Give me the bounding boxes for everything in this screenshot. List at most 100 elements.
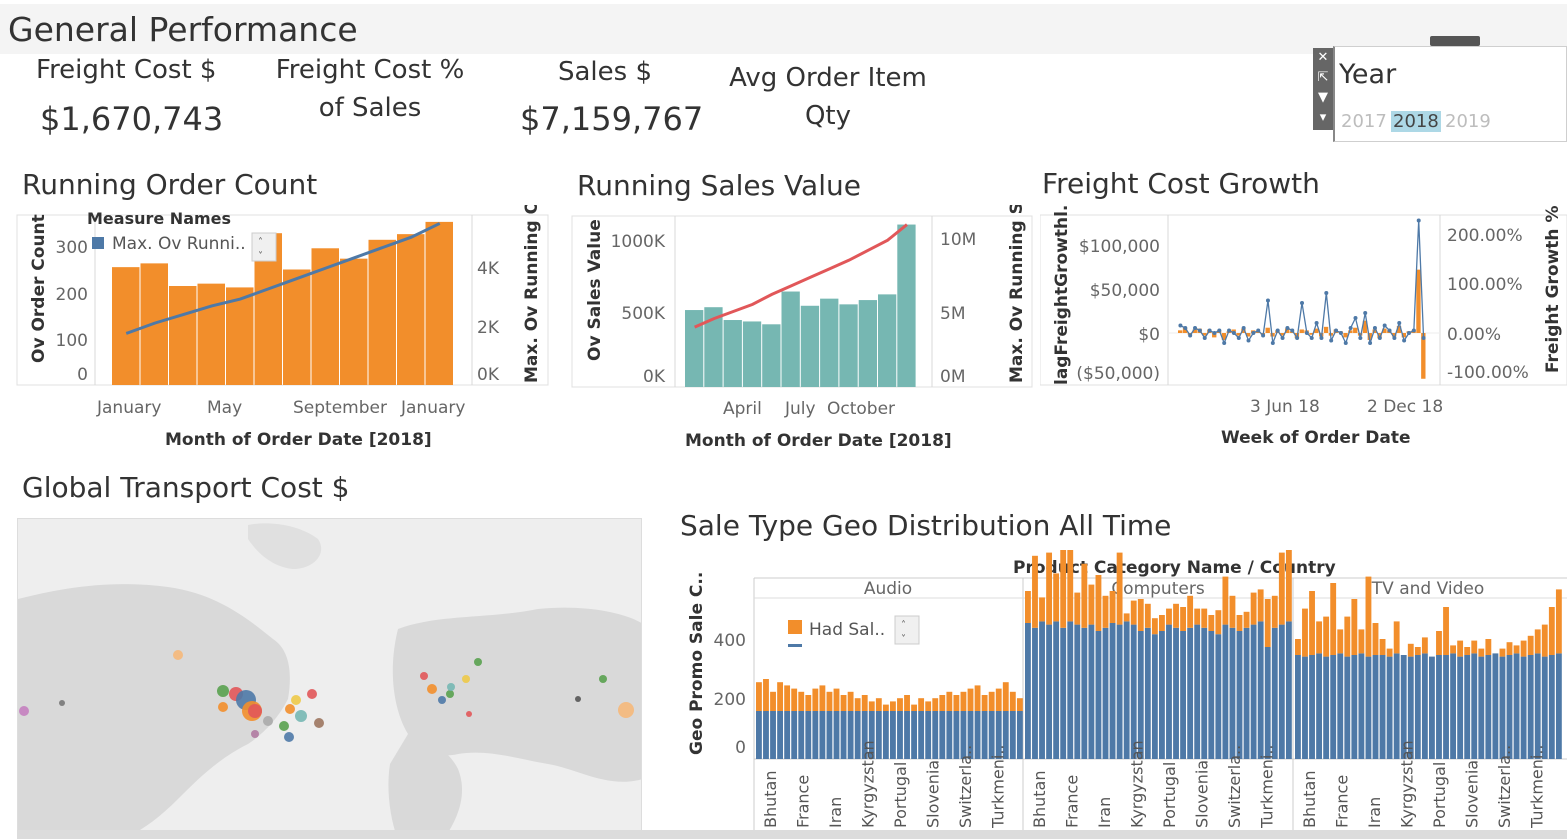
c5-bar-had-sale[interactable] [1414, 647, 1421, 655]
c1-bar[interactable] [397, 234, 425, 385]
c3-point[interactable] [1324, 291, 1329, 295]
map-marker[interactable] [314, 718, 324, 728]
c5-bar-no-sale[interactable] [770, 711, 776, 759]
c5-bar-no-sale[interactable] [1123, 621, 1130, 759]
c3-point[interactable] [1402, 338, 1407, 343]
chevron-up-icon[interactable]: ˄ [901, 619, 906, 631]
c5-bar-had-sale[interactable] [1421, 637, 1428, 654]
c5-bar-no-sale[interactable] [812, 711, 819, 759]
c5-bar-had-sale[interactable] [1060, 550, 1067, 628]
c5-bar-no-sale[interactable] [911, 711, 918, 759]
c5-bar-no-sale[interactable] [798, 711, 805, 759]
c5-bar-no-sale[interactable] [1436, 655, 1442, 759]
c5-bar-had-sale[interactable] [911, 704, 918, 711]
c5-bar-no-sale[interactable] [1330, 655, 1337, 759]
c5-bar-no-sale[interactable] [1302, 656, 1308, 759]
c5-bar-had-sale[interactable] [791, 688, 798, 711]
c5-bar-had-sale[interactable] [1457, 640, 1464, 657]
c5-bar-had-sale[interactable] [1109, 591, 1116, 623]
c5-bar-had-sale[interactable] [1379, 639, 1386, 655]
c3-point[interactable] [1338, 331, 1343, 335]
c3-point[interactable] [1343, 341, 1348, 345]
c5-bar-had-sale[interactable] [1215, 610, 1222, 635]
c3-point[interactable] [1334, 328, 1339, 333]
c5-bar-no-sale[interactable] [791, 711, 798, 759]
c5-bar-had-sale[interactable] [967, 688, 974, 711]
c5-bar-had-sale[interactable] [1330, 583, 1337, 655]
c5-bar-no-sale[interactable] [1541, 656, 1548, 759]
c5-bar-had-sale[interactable] [1478, 648, 1485, 657]
map-marker[interactable] [59, 700, 65, 706]
c3-point[interactable] [1377, 336, 1382, 340]
c5-bar-had-sale[interactable] [1088, 584, 1095, 625]
c5-bar-no-sale[interactable] [1386, 656, 1393, 759]
c5-bar-had-sale[interactable] [1386, 648, 1393, 657]
c3-point[interactable] [1265, 298, 1270, 303]
c5-bar-no-sale[interactable] [1046, 624, 1053, 759]
c5-bar-had-sale[interactable] [812, 688, 819, 711]
c5-bar-no-sale[interactable] [1032, 627, 1038, 759]
c5-bar-had-sale[interactable] [1499, 648, 1506, 657]
c5-bar-no-sale[interactable] [1009, 711, 1016, 759]
c3-point[interactable] [1193, 326, 1198, 330]
c2-bar[interactable] [820, 298, 839, 387]
c5-bar-had-sale[interactable] [847, 691, 854, 711]
c5-bar-no-sale[interactable] [805, 711, 812, 759]
c3-point[interactable] [1197, 328, 1202, 333]
c3-point[interactable] [1188, 333, 1193, 338]
horizontal-scrollbar[interactable] [17, 830, 1567, 839]
c5-bar-had-sale[interactable] [854, 698, 861, 711]
c5-bar-no-sale[interactable] [1534, 653, 1541, 759]
c5-bar-had-sale[interactable] [784, 685, 791, 711]
c5-bar-no-sale[interactable] [1236, 631, 1243, 759]
map-marker[interactable] [420, 672, 428, 680]
c5-bar-had-sale[interactable] [1534, 629, 1541, 654]
c5-bar-had-sale[interactable] [890, 701, 896, 711]
c3-point[interactable] [1295, 336, 1300, 340]
c3-point[interactable] [1319, 336, 1324, 340]
year-option-2018[interactable]: 2018 [1391, 111, 1441, 132]
c5-bar-no-sale[interactable] [1243, 627, 1250, 759]
c5-bar-no-sale[interactable] [1527, 655, 1534, 759]
c3-point[interactable] [1421, 336, 1426, 340]
c5-bar-no-sale[interactable] [1379, 655, 1386, 759]
map-marker[interactable] [466, 711, 472, 717]
c2-bar[interactable] [839, 304, 858, 387]
c5-bar-had-sale[interactable] [1208, 615, 1215, 631]
running-sales-value-chart[interactable]: 0K 500K 1000K 0M 5M 10M April July Octob… [560, 205, 1040, 455]
c2-bar[interactable] [781, 291, 800, 387]
c5-bar-no-sale[interactable] [1208, 631, 1215, 759]
c5-bar-no-sale[interactable] [1457, 656, 1464, 759]
c5-bar-had-sale[interactable] [868, 701, 875, 711]
c5-bar-had-sale[interactable] [1166, 608, 1172, 625]
c5-bar-had-sale[interactable] [1295, 639, 1301, 655]
c3-point[interactable] [1304, 331, 1309, 335]
sale-type-geo-chart[interactable]: Product Category Name / Country Audio Co… [680, 550, 1567, 835]
c5-bar-no-sale[interactable] [1372, 655, 1379, 759]
c5-bar-had-sale[interactable] [826, 691, 833, 711]
c5-bar-no-sale[interactable] [1173, 627, 1179, 759]
c5-bar-no-sale[interactable] [1194, 624, 1201, 759]
c3-point[interactable] [1222, 341, 1227, 345]
c5-bar-had-sale[interactable] [1159, 615, 1165, 631]
c5-bar-no-sale[interactable] [1471, 653, 1478, 759]
c3-bar[interactable] [1353, 327, 1358, 333]
c5-bar-had-sale[interactable] [897, 698, 903, 711]
c5-bar-had-sale[interactable] [953, 695, 960, 711]
c5-bar-had-sale[interactable] [1264, 599, 1271, 647]
c5-bar-no-sale[interactable] [1351, 655, 1358, 759]
c3-point[interactable] [1329, 338, 1334, 343]
c5-bar-had-sale[interactable] [995, 688, 1002, 711]
popout-icon[interactable]: ⇱ [1313, 68, 1333, 88]
c2-bar[interactable] [685, 310, 704, 387]
c5-bar-no-sale[interactable] [1344, 656, 1351, 759]
c5-bar-had-sale[interactable] [1151, 618, 1158, 635]
c3-point[interactable] [1183, 326, 1188, 330]
c5-bar-no-sale[interactable] [932, 711, 939, 759]
c5-bar-had-sale[interactable] [1278, 552, 1285, 625]
map-marker[interactable] [173, 650, 183, 660]
c5-bar-had-sale[interactable] [904, 695, 910, 711]
c5-bar-had-sale[interactable] [1025, 591, 1031, 623]
c5-bar-had-sale[interactable] [1243, 611, 1250, 628]
c1-bar[interactable] [112, 267, 140, 385]
